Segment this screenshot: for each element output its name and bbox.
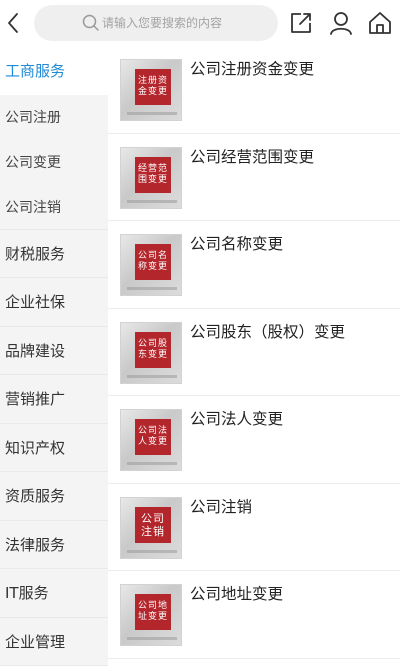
list-item[interactable]: 公司法 人变更 公司法人变更 (108, 396, 400, 484)
sidebar-item-label: 法律服务 (5, 535, 66, 554)
sidebar-item-label: 工商服务 (5, 61, 66, 80)
sidebar-item-marketing[interactable]: 营销推广 (0, 375, 108, 424)
sidebar-item-it-services[interactable]: IT服务 (0, 569, 108, 618)
list-item[interactable]: 公司地 址变更 公司地址变更 (108, 571, 400, 659)
sidebar-item-social-security[interactable]: 企业社保 (0, 278, 108, 327)
list-item[interactable]: 公司名 称变更 公司名称变更 (108, 221, 400, 309)
sidebar-item-label: 营销推广 (5, 390, 66, 409)
sidebar-item-company-deregistration[interactable]: 公司注销 (0, 184, 108, 230)
service-thumbnail: 公司名 称变更 (120, 234, 182, 296)
seal-image: 公司名 称变更 (135, 244, 171, 280)
list-item[interactable]: 经营范 围变更 公司经营范围变更 (108, 134, 400, 221)
sidebar-item-intellectual-property[interactable]: 知识产权 (0, 423, 108, 472)
service-list: 注册资 金变更 公司注册资金变更 经营范 围变更 公司经营范围变更 公司名 称变… (108, 46, 400, 659)
search-input[interactable] (80, 16, 250, 30)
sidebar-item-qualification[interactable]: 资质服务 (0, 472, 108, 521)
sidebar-item-label: IT服务 (5, 584, 49, 603)
list-item[interactable]: 注册资 金变更 公司注册资金变更 (108, 46, 400, 134)
sidebar-item-company-registration[interactable]: 公司注册 (0, 94, 108, 140)
seal-image: 注册资 金变更 (135, 69, 171, 105)
service-thumbnail: 公司 注销 (120, 496, 182, 559)
home-button[interactable] (367, 10, 393, 36)
seal-image: 经营范 围变更 (135, 156, 171, 193)
search-bar[interactable] (34, 5, 278, 41)
sidebar-item-label: 公司注册 (5, 110, 61, 126)
service-thumbnail: 经营范 围变更 (120, 146, 182, 209)
seal-image: 公司地 址变更 (135, 594, 171, 630)
sidebar-item-label: 公司注销 (5, 199, 61, 216)
seal-image: 公司股 东变更 (135, 331, 171, 368)
sidebar-item-label: 品牌建设 (5, 341, 66, 360)
sidebar-item-label: 企业管理 (5, 632, 66, 651)
service-thumbnail: 注册资 金变更 (120, 59, 182, 121)
category-sidebar: 工商服务 公司注册 公司变更 公司注销 财税服务 企业社保 品牌建设 营销推广 … (0, 46, 108, 666)
service-title: 公司法人变更 (190, 410, 284, 428)
user-button[interactable] (328, 10, 354, 36)
sidebar-item-enterprise-management[interactable]: 企业管理 (0, 617, 108, 666)
share-button[interactable] (288, 10, 314, 36)
list-item[interactable]: 公司 注销 公司注销 (108, 484, 400, 571)
share-icon (291, 13, 311, 33)
search-icon (82, 14, 99, 31)
sidebar-item-tax-services[interactable]: 财税服务 (0, 229, 108, 278)
service-title: 公司经营范围变更 (190, 147, 315, 166)
top-bar (0, 0, 400, 46)
sidebar-item-company-change[interactable]: 公司变更 (0, 139, 108, 185)
service-title: 公司名称变更 (190, 235, 284, 253)
sidebar-item-label: 企业社保 (5, 293, 66, 312)
sidebar-item-legal-services[interactable]: 法律服务 (0, 520, 108, 569)
list-item[interactable]: 公司股 东变更 公司股东（股权）变更 (108, 309, 400, 396)
back-button[interactable] (2, 8, 24, 38)
sidebar-item-business-services[interactable]: 工商服务 (0, 46, 108, 95)
sidebar-item-label: 财税服务 (5, 244, 66, 263)
service-title: 公司注销 (190, 497, 253, 516)
service-thumbnail: 公司股 东变更 (120, 321, 182, 384)
back-icon (8, 13, 18, 33)
user-icon (330, 12, 352, 35)
service-title: 公司地址变更 (190, 585, 284, 603)
seal-image: 公司法 人变更 (135, 419, 171, 455)
sidebar-item-label: 资质服务 (5, 487, 66, 506)
service-title: 公司注册资金变更 (190, 60, 315, 78)
home-icon (369, 12, 391, 34)
seal-image: 公司 注销 (135, 506, 171, 543)
sidebar-item-label: 知识产权 (5, 438, 66, 457)
service-thumbnail: 公司地 址变更 (120, 584, 182, 646)
service-thumbnail: 公司法 人变更 (120, 409, 182, 471)
sidebar-item-label: 公司变更 (5, 155, 61, 171)
service-title: 公司股东（股权）变更 (190, 322, 346, 341)
sidebar-item-brand-building[interactable]: 品牌建设 (0, 326, 108, 375)
